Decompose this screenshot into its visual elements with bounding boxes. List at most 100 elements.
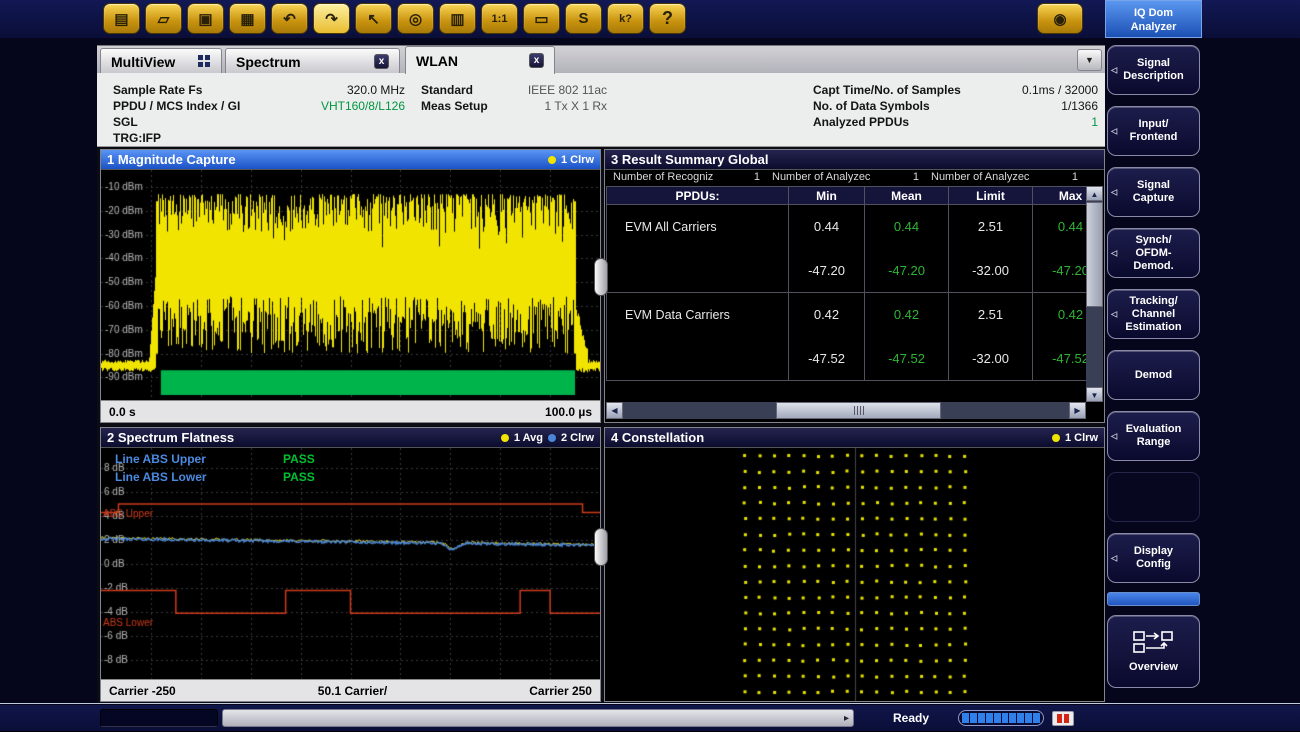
setting-label: Capt Time/No. of Samples [813,82,961,98]
report-icon[interactable]: ▤ [103,3,140,34]
scroll-right-icon[interactable]: ▶ [1069,402,1086,419]
setting-row: No. of Data Symbols1/1366 [813,98,1098,114]
result-vertical-scrollbar[interactable]: ▲ ▼ [1086,186,1103,402]
sidebar-button-signal-description[interactable]: ◁Signal Description [1107,45,1200,95]
sidebar-button-input-frontend[interactable]: ◁Input/ Frontend [1107,106,1200,156]
select-cursor-icon[interactable]: ↖ [355,3,392,34]
screenshot-button[interactable]: ◉ [1037,3,1083,34]
sidebar-button-demod[interactable]: Demod [1107,350,1200,400]
setting-value: 1 [1091,114,1098,130]
overview-button[interactable]: Overview [1107,615,1200,688]
table-header-cell: Mean [865,187,949,205]
scroll-up-icon[interactable]: ▲ [1086,186,1103,201]
sidebar-scroll-indicator[interactable] [1107,592,1200,606]
setting-value: 0.1ms / 32000 [1022,82,1098,98]
progress-segment [1017,713,1024,723]
flatness-x-scale: 50.1 Carrier/ [318,684,387,698]
status-scrollbar[interactable]: ▸ [222,709,854,727]
constellation-plot[interactable] [605,448,1104,701]
multiview-grid-icon [198,55,211,68]
setting-value: 320.0 MHz [347,82,405,98]
trace-dot-icon [548,434,556,442]
tab-wlan-label: WLAN [416,53,458,69]
vertical-scroll-thumb[interactable] [1086,202,1103,307]
constellation-panel-header[interactable]: 4 Constellation 1 Clrw [605,428,1104,448]
result-horizontal-scrollbar[interactable]: ◀ ▶ [606,402,1086,419]
save-icon[interactable]: ▣ [187,3,224,34]
trace-label: 2 Clrw [561,432,594,444]
overview-button-label: Overview [1129,661,1178,674]
progress-segment [986,713,993,723]
sidebar-button-empty-slot [1107,472,1200,522]
splitter-handle[interactable] [594,258,608,296]
magnitude-plot[interactable] [101,170,600,400]
progress-segment [1025,713,1032,723]
flatness-panel-title: 2 Spectrum Flatness [107,430,234,445]
sidebar-button-label: Input/ Frontend [1130,118,1178,144]
open-file-icon[interactable]: ▱ [145,3,182,34]
tab-spectrum[interactable]: Spectrum x [225,48,400,74]
redo-icon[interactable]: ↷ [313,3,350,34]
settings-right: Capt Time/No. of Samples0.1ms / 32000No.… [813,82,1098,130]
table-cell: -32.00 [949,337,1033,381]
table-header-cell: Min [789,187,865,205]
result-table: PPDUs:MinMeanLimitMaxEVM All Carriers0.4… [606,186,1087,381]
status-scroll-arrow-icon[interactable]: ▸ [844,713,849,724]
flatness-legend: 1 Avg 2 Clrw [501,432,594,444]
panel-result-summary: 3 Result Summary Global Number of Recogn… [604,149,1105,423]
result-panel-header[interactable]: 3 Result Summary Global [605,150,1104,170]
sidebar-button-signal-capture[interactable]: ◁Signal Capture [1107,167,1200,217]
close-tab-icon[interactable]: x [529,53,544,68]
setting-label: Analyzed PPDUs [813,114,909,130]
open-dialog-arrow-icon: ◁ [1111,552,1117,565]
magnitude-legend: 1 Clrw [548,154,594,166]
scroll-down-icon[interactable]: ▼ [1086,387,1103,402]
magnitude-panel-header[interactable]: 1 Magnitude Capture 1 Clrw [101,150,600,170]
trace-label: 1 Avg [514,432,543,444]
table-cell: 0.42 [865,293,949,337]
scroll-left-icon[interactable]: ◀ [606,402,623,419]
splitter-handle[interactable] [594,528,608,566]
tab-wlan[interactable]: WLAN x [405,46,555,74]
sidebar-button-evaluation-range[interactable]: ◁Evaluation Range [1107,411,1200,461]
sidebar-button-display-config[interactable]: ◁Display Config [1107,533,1200,583]
open-dialog-arrow-icon: ◁ [1111,186,1117,199]
setting-row: Sample Rate Fs320.0 MHz [113,82,405,98]
table-cell: -47.52 [1033,337,1087,381]
constellation-canvas[interactable] [605,448,1104,701]
table-row-name: EVM Data Carriers [607,293,789,381]
zoom-one-to-one-icon[interactable]: 1:1 [481,3,518,34]
counter-label: Number of Analyzec [772,171,870,185]
tab-spectrum-label: Spectrum [236,54,301,70]
flatness-panel-header[interactable]: 2 Spectrum Flatness 1 Avg 2 Clrw [101,428,600,448]
tab-bar: MultiView Spectrum x WLAN x ▼ [97,45,1105,73]
result-counter: Number of Analyzec1 [766,171,925,185]
help-icon[interactable]: ? [649,3,686,34]
counter-label: Number of Analyzec [931,171,1029,185]
sidebar-button-synch-ofdm-demod[interactable]: ◁Synch/ OFDM- Demod. [1107,228,1200,278]
magnitude-canvas[interactable] [101,170,600,400]
status-bar: ▸ Ready [0,705,1300,731]
context-help-icon[interactable]: k? [607,3,644,34]
open-dialog-arrow-icon: ◁ [1111,430,1117,443]
result-counters: Number of Recogniz1Number of Analyzec1Nu… [607,171,1084,185]
counter-label: Number of Recogniz [613,171,713,185]
horizontal-scroll-thumb[interactable] [776,402,941,419]
limit-check-row: Line ABS UpperPASS [115,450,315,468]
tab-dropdown-button[interactable]: ▼ [1077,49,1102,71]
limit-check-result: PASS [283,468,315,486]
close-tab-icon[interactable]: x [374,54,389,69]
flatness-x-axis: Carrier -250 50.1 Carrier/ Carrier 250 [101,679,600,701]
marker-table-icon[interactable]: ▥ [439,3,476,34]
setting-label: No. of Data Symbols [813,98,930,114]
flatness-plot[interactable]: Line ABS UpperPASSLine ABS LowerPASS [101,448,600,679]
counter-value: 1 [1066,171,1078,185]
sidebar-button-tracking-channel-estimation[interactable]: ◁Tracking/ Channel Estimation [1107,289,1200,339]
marker-search-icon[interactable]: ◎ [397,3,434,34]
result-counter: Number of Analyzec 1 [925,171,1084,185]
print-icon[interactable]: ▦ [229,3,266,34]
undo-icon[interactable]: ↶ [271,3,308,34]
tab-multiview[interactable]: MultiView [100,48,222,74]
scpi-recorder-icon[interactable]: S [565,3,602,34]
display-icon[interactable]: ▭ [523,3,560,34]
